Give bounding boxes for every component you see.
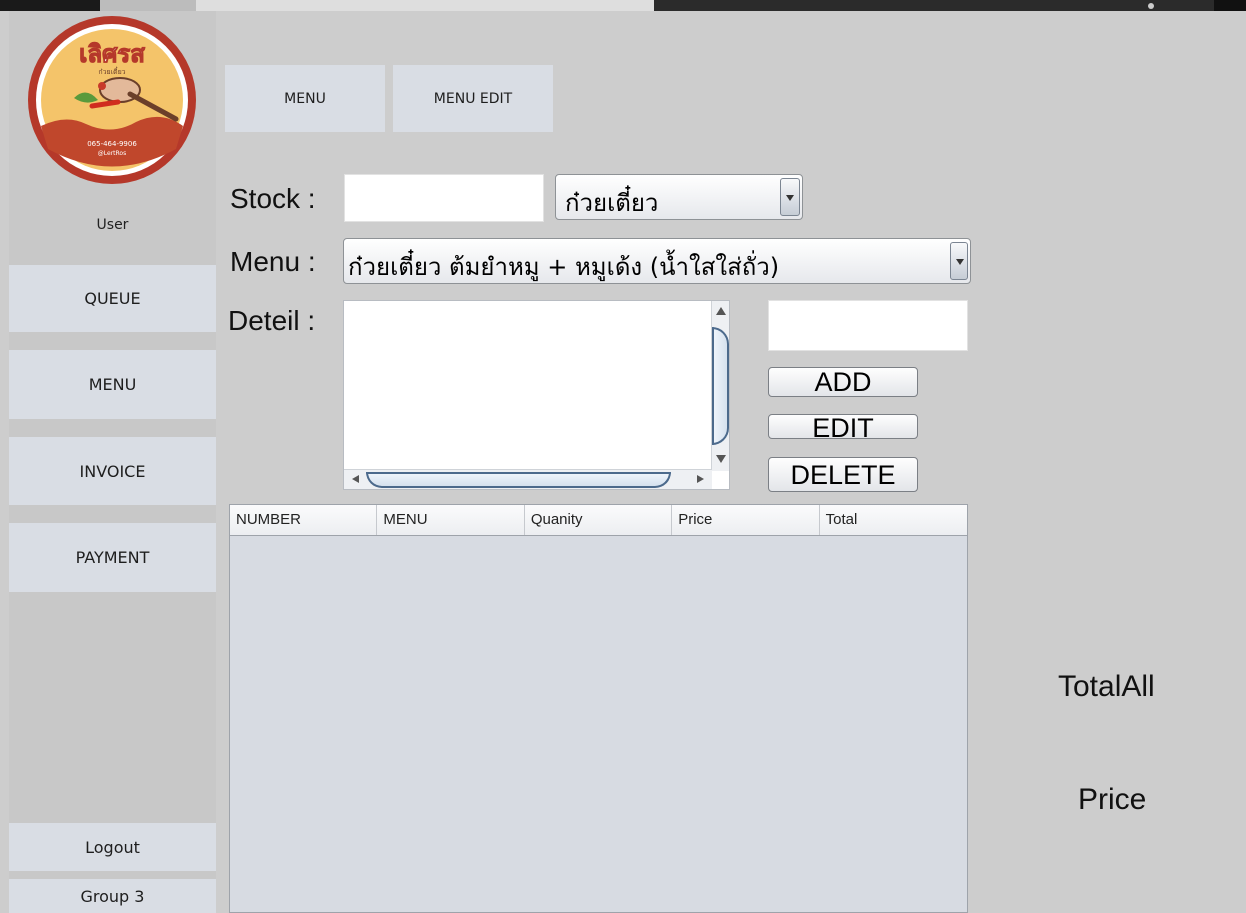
svg-text:@LertRos: @LertRos <box>98 150 126 157</box>
scroll-thumb[interactable] <box>712 327 729 445</box>
chevron-down-icon[interactable] <box>950 242 968 280</box>
sidebar-item-menu[interactable]: MENU <box>9 350 216 419</box>
category-select-value: ก๋วยเตี๋ยว <box>565 189 659 217</box>
detail-textarea[interactable] <box>343 300 730 490</box>
price-label: Price <box>1078 783 1147 816</box>
column-header-price[interactable]: Price <box>672 505 820 535</box>
tab-menu-edit[interactable]: MENU EDIT <box>393 65 553 132</box>
sidebar-item-invoice[interactable]: INVOICE <box>9 437 216 505</box>
horizontal-scrollbar[interactable] <box>344 469 712 489</box>
delete-button[interactable]: DELETE <box>768 457 918 492</box>
scroll-thumb[interactable] <box>366 472 671 488</box>
logout-button[interactable]: Logout <box>9 823 216 871</box>
menu-label: Menu : <box>230 246 316 277</box>
menu-select[interactable]: ก๋วยเตี๋ยว ต้มยำหมู + หมูเด้ง (น้ำใสใส่ถ… <box>343 238 971 284</box>
column-header-menu[interactable]: MENU <box>377 505 525 535</box>
stock-label: Stock : <box>230 183 316 214</box>
restaurant-logo: เลิศรส ก๋วยเตี๋ยว 065-464-9906 @LertRos <box>28 16 196 184</box>
stock-input[interactable] <box>344 174 544 222</box>
category-select[interactable]: ก๋วยเตี๋ยว <box>555 174 803 220</box>
svg-text:ก๋วยเตี๋ยว: ก๋วยเตี๋ยว <box>98 67 125 76</box>
detail-label: Deteil : <box>228 305 316 336</box>
svg-text:เลิศรส: เลิศรส <box>79 40 145 68</box>
scroll-up-icon[interactable] <box>716 307 726 315</box>
group-label-button[interactable]: Group 3 <box>9 879 216 913</box>
table-header: NUMBER MENU Quanity Price Total <box>230 505 967 536</box>
vertical-scrollbar[interactable] <box>711 301 729 471</box>
scroll-left-icon[interactable] <box>352 475 359 483</box>
column-header-quantity[interactable]: Quanity <box>525 505 673 535</box>
price-input[interactable] <box>768 300 968 351</box>
total-all-label: TotalAll <box>1058 670 1155 703</box>
scroll-down-icon[interactable] <box>716 455 726 463</box>
column-header-total[interactable]: Total <box>820 505 967 535</box>
sidebar-item-payment[interactable]: PAYMENT <box>9 523 216 592</box>
menu-select-value: ก๋วยเตี๋ยว ต้มยำหมู + หมูเด้ง (น้ำใสใส่ถ… <box>348 253 780 281</box>
sidebar-item-queue[interactable]: QUEUE <box>9 265 216 332</box>
top-window-strip <box>0 0 1246 11</box>
chevron-down-icon[interactable] <box>780 178 800 216</box>
add-button[interactable]: ADD <box>768 367 918 397</box>
column-header-number[interactable]: NUMBER <box>230 505 378 535</box>
scroll-right-icon[interactable] <box>697 475 704 483</box>
tab-menu[interactable]: MENU <box>225 65 385 132</box>
user-label: User <box>96 217 129 233</box>
edit-button[interactable]: EDIT <box>768 414 918 442</box>
order-table[interactable]: NUMBER MENU Quanity Price Total <box>229 504 968 913</box>
svg-text:065-464-9906: 065-464-9906 <box>87 140 137 148</box>
